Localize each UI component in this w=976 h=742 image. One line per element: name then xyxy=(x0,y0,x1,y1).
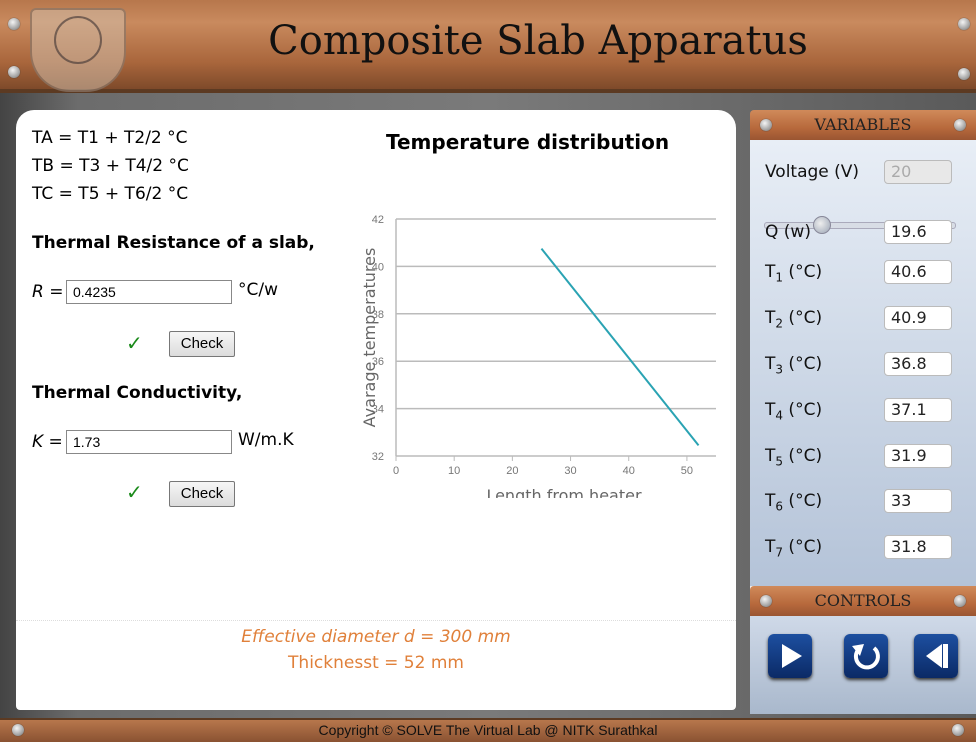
footer-bar: Copyright © SOLVE The Virtual Lab @ NITK… xyxy=(0,718,976,742)
header-bar: Composite Slab Apparatus xyxy=(0,0,976,93)
q-label: Q (w) xyxy=(765,222,811,242)
temp-label-7: T7 (°C) xyxy=(765,537,823,560)
controls-panel xyxy=(750,616,976,714)
y-axis-label: Avarage temperatures xyxy=(360,248,379,428)
diameter-note: Effective diameter d = 300 mm xyxy=(241,627,511,647)
copyright-text: Copyright © SOLVE The Virtual Lab @ NITK… xyxy=(318,722,658,738)
play-button[interactable] xyxy=(768,634,812,678)
x-axis-label: Length from heater xyxy=(486,486,642,498)
conductivity-unit: W/m.K xyxy=(238,430,294,450)
conductivity-heading: Thermal Conductivity, xyxy=(32,383,243,403)
controls-title: CONTROLS xyxy=(814,591,912,610)
x-tick-label: 50 xyxy=(681,465,693,477)
formula-tc: TC = T5 + T6/2 °C xyxy=(32,184,189,204)
step-back-icon xyxy=(926,644,948,668)
formula-ta: TA = T1 + T2/2 °C xyxy=(32,128,188,148)
temperature-chart: 3234363840420 10 20 30 40 50Length from heate… xyxy=(360,214,716,498)
screw xyxy=(8,66,20,78)
controls-header: CONTROLS xyxy=(750,586,976,616)
x-tick-label: 0 xyxy=(393,465,399,477)
x-tick-label: 10 xyxy=(448,465,460,477)
temp-label-1: T1 (°C) xyxy=(765,262,823,285)
temp-value-4: 37.1 xyxy=(884,398,952,422)
temp-label-6: T6 (°C) xyxy=(765,491,823,514)
y-tick-label: 42 xyxy=(372,214,384,226)
resistance-check-button[interactable]: Check xyxy=(169,331,235,357)
temp-value-6: 33 xyxy=(884,489,952,513)
reset-button[interactable] xyxy=(844,634,888,678)
voltage-slider-thumb[interactable] xyxy=(813,216,831,234)
chart-title: Temperature distribution xyxy=(386,130,670,154)
play-icon xyxy=(782,644,802,668)
temp-value-1: 40.6 xyxy=(884,260,952,284)
temp-label-5: T5 (°C) xyxy=(765,446,823,469)
series-line xyxy=(540,248,700,446)
temp-label-3: T3 (°C) xyxy=(765,354,823,377)
y-tick-label: 32 xyxy=(372,451,384,463)
step-back-button[interactable] xyxy=(914,634,958,678)
resistance-unit: °C/w xyxy=(238,280,279,300)
resistance-check-icon: ✓ xyxy=(126,331,143,355)
x-tick-label: 40 xyxy=(623,465,635,477)
variables-title: VARIABLES xyxy=(814,115,912,134)
x-tick-label: 20 xyxy=(506,465,518,477)
formula-tb: TB = T3 + T4/2 °C xyxy=(32,156,189,176)
conductivity-check-icon: ✓ xyxy=(126,480,143,504)
voltage-value: 20 xyxy=(884,160,952,184)
variables-header: VARIABLES xyxy=(750,110,976,140)
divider xyxy=(16,620,736,621)
resistance-label: R = xyxy=(32,282,64,302)
temp-label-2: T2 (°C) xyxy=(765,308,823,331)
conductivity-label: K = xyxy=(32,432,63,452)
temp-value-7: 31.8 xyxy=(884,535,952,559)
conductivity-input[interactable]: 1.73 xyxy=(66,430,232,454)
q-value: 19.6 xyxy=(884,220,952,244)
resistance-heading: Thermal Resistance of a slab, xyxy=(32,233,315,253)
variables-panel: Voltage (V) 20 Q (w) 19.6 T1 (°C) 40.6 T2 … xyxy=(750,140,976,586)
x-tick-label: 30 xyxy=(564,465,576,477)
resistance-input[interactable]: 0.4235 xyxy=(66,280,232,304)
screw xyxy=(958,68,970,80)
conductivity-check-button[interactable]: Check xyxy=(169,481,235,507)
reset-icon xyxy=(852,644,880,670)
thickness-note: Thicknesst = 52 mm xyxy=(288,653,464,673)
temp-value-3: 36.8 xyxy=(884,352,952,376)
temp-value-2: 40.9 xyxy=(884,306,952,330)
temp-value-5: 31.9 xyxy=(884,444,952,468)
temp-label-4: T4 (°C) xyxy=(765,400,823,423)
main-card: TA = T1 + T2/2 °C TB = T3 + T4/2 °C TC =… xyxy=(16,110,736,710)
voltage-label: Voltage (V) xyxy=(765,162,860,182)
side-panel: VARIABLES Voltage (V) 20 Q (w) 19.6 T1 (… xyxy=(750,110,976,714)
app-title: Composite Slab Apparatus xyxy=(268,18,808,64)
